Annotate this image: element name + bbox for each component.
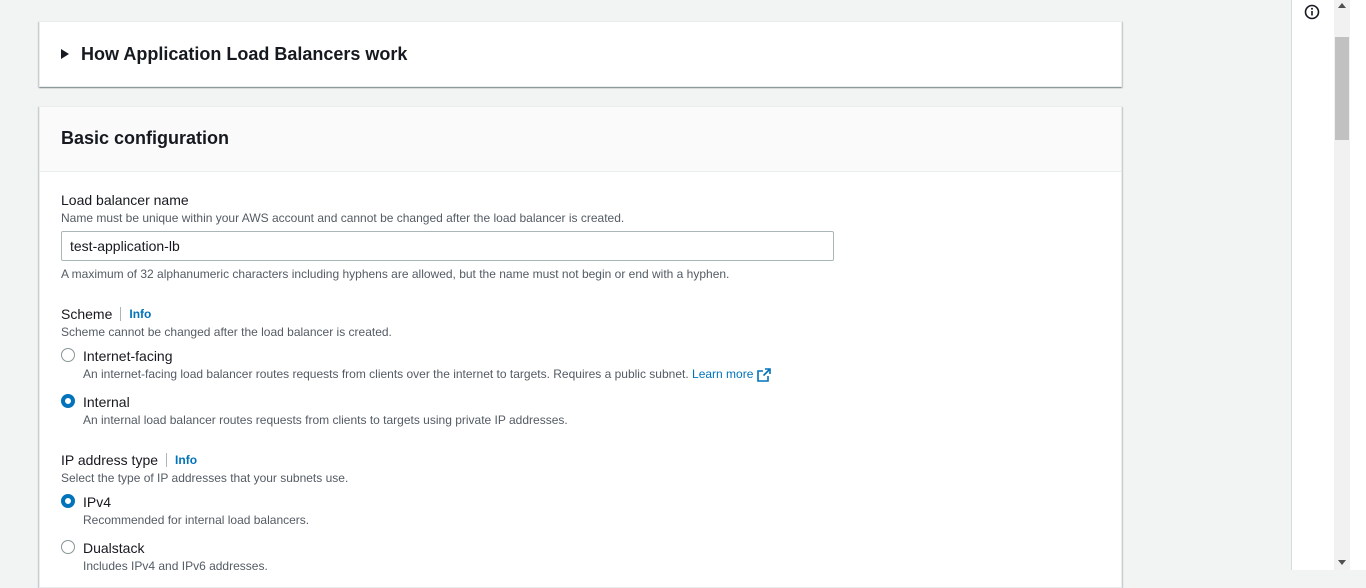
how-it-works-expander[interactable]: How Application Load Balancers work bbox=[61, 22, 407, 86]
scheme-description: Scheme cannot be changed after the load … bbox=[61, 325, 392, 339]
internet-facing-description-text: An internet-facing load balancer routes … bbox=[83, 367, 689, 381]
ip-type-label-row: IP address type Info bbox=[61, 451, 197, 469]
external-link-icon bbox=[757, 368, 772, 382]
help-panel-gutter bbox=[1291, 0, 1335, 570]
how-it-works-title: How Application Load Balancers work bbox=[81, 43, 408, 64]
ip-type-dualstack-label[interactable]: Dualstack bbox=[83, 540, 144, 556]
ip-type-info-link[interactable]: Info bbox=[175, 453, 197, 467]
info-separator bbox=[120, 306, 122, 321]
how-it-works-panel: How Application Load Balancers work bbox=[39, 21, 1122, 87]
lb-name-input[interactable] bbox=[61, 231, 834, 261]
lb-name-constraint: A maximum of 32 alphanumeric characters … bbox=[61, 267, 730, 281]
ip-type-dualstack-radio[interactable] bbox=[61, 540, 75, 554]
scheme-internal-label[interactable]: Internal bbox=[83, 394, 130, 410]
learn-more-link[interactable]: Learn more bbox=[692, 367, 772, 382]
ip-type-label: IP address type bbox=[61, 451, 159, 468]
scheme-internal-description: An internal load balancer routes request… bbox=[83, 413, 568, 427]
basic-configuration-header: Basic configuration bbox=[40, 107, 1121, 172]
ip-type-dualstack-description: Includes IPv4 and IPv6 addresses. bbox=[83, 559, 268, 573]
lb-name-label: Load balancer name bbox=[61, 192, 189, 208]
scheme-internet-facing-description: An internet-facing load balancer routes … bbox=[83, 367, 772, 382]
ip-type-ipv4-label[interactable]: IPv4 bbox=[83, 494, 111, 510]
ip-type-ipv4-description: Recommended for internal load balancers. bbox=[83, 513, 310, 527]
lb-name-description: Name must be unique within your AWS acco… bbox=[61, 211, 625, 225]
learn-more-label: Learn more bbox=[692, 367, 754, 381]
info-circle-icon[interactable] bbox=[1304, 4, 1320, 20]
basic-configuration-title: Basic configuration bbox=[61, 128, 230, 148]
scheme-internal-radio[interactable] bbox=[61, 394, 75, 408]
scrollbar-thumb[interactable] bbox=[1335, 37, 1349, 140]
scheme-internet-facing-radio[interactable] bbox=[61, 348, 75, 362]
window-right-edge bbox=[1350, 0, 1366, 570]
basic-configuration-panel: Basic configuration Load balancer name N… bbox=[39, 106, 1122, 588]
ip-type-ipv4-radio[interactable] bbox=[61, 494, 75, 508]
scheme-label-row: Scheme Info bbox=[61, 305, 151, 323]
ip-type-description: Select the type of IP addresses that you… bbox=[61, 471, 349, 485]
scroll-up-arrow-icon[interactable] bbox=[1338, 3, 1346, 8]
scheme-internet-facing-label[interactable]: Internet-facing bbox=[83, 348, 173, 364]
caret-right-icon bbox=[61, 49, 69, 59]
scroll-down-arrow-icon[interactable] bbox=[1338, 560, 1346, 565]
info-separator bbox=[166, 452, 168, 467]
scheme-info-link[interactable]: Info bbox=[129, 307, 151, 321]
scheme-label: Scheme bbox=[61, 305, 113, 322]
